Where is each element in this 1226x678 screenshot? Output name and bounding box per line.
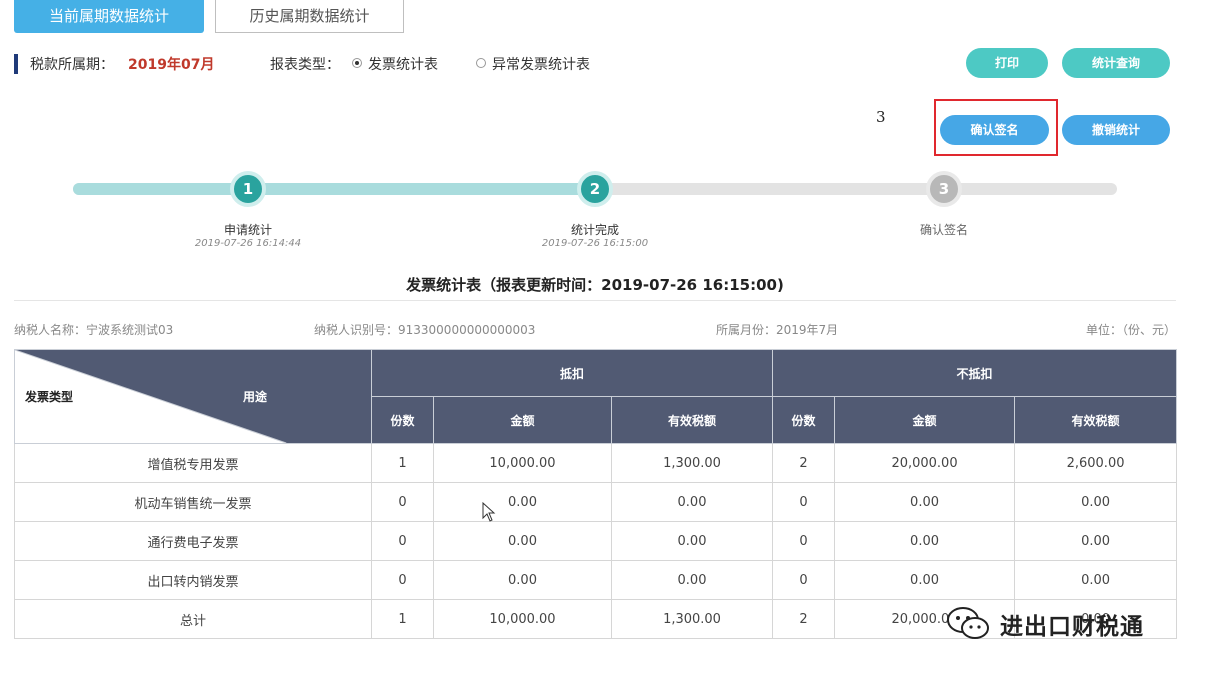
section-marker (14, 54, 18, 74)
divider (14, 300, 1176, 301)
row-invoice-type: 增值税专用发票 (14, 443, 372, 483)
col-tax-nondeduct: 有效税额 (1014, 396, 1178, 444)
col-count-deduct: 份数 (371, 396, 434, 444)
table-row: 机动车销售统一发票 0 0.00 0.00 0 0.00 0.00 (14, 482, 1178, 522)
row-invoice-type: 出口转内销发票 (14, 560, 372, 600)
col-amount-deduct: 金额 (433, 396, 612, 444)
stat-query-button[interactable]: 统计查询 (1062, 48, 1170, 78)
col-tax-deduct: 有效税额 (610, 396, 774, 444)
cell: 0 (371, 521, 434, 561)
cell: 0.00 (433, 521, 612, 561)
cell: 0.00 (610, 521, 774, 561)
tab-current-period[interactable]: 当前属期数据统计 (14, 0, 204, 33)
cell: 0.00 (834, 521, 1016, 561)
cell: 0.00 (433, 560, 612, 600)
tax-period-value: 2019年07月 (128, 57, 215, 73)
step-3-name: 确认签名 (919, 223, 968, 237)
cell: 1,300.00 (610, 443, 774, 483)
step-2-time: 2019-07-26 16:15:00 (541, 238, 649, 249)
print-button[interactable]: 打印 (966, 48, 1048, 78)
unit-label: 单位：（份、元） (1085, 323, 1176, 337)
cell: 1,300.00 (610, 599, 774, 639)
cell: 0.00 (1014, 560, 1178, 600)
table-row: 出口转内销发票 0 0.00 0.00 0 0.00 0.00 (14, 560, 1178, 600)
cell: 0.00 (834, 482, 1016, 522)
invoice-stats-table: 发票类型 用途 抵扣 不抵扣 份数 金额 有效税额 份数 金额 有效税额 增值税… (14, 349, 1178, 639)
cell: 2 (772, 443, 836, 483)
tab-history-period[interactable]: 历史属期数据统计 (215, 0, 404, 33)
annotation-number: 3 (876, 108, 886, 126)
tax-period-label: 税款所属期： (30, 57, 114, 73)
cell: 0 (371, 482, 434, 522)
mouse-cursor-icon (482, 502, 496, 522)
cancel-stat-button[interactable]: 撤销统计 (1062, 115, 1170, 145)
step-1-circle: 1 (230, 171, 266, 207)
cell: 0.00 (610, 482, 774, 522)
table-row: 通行费电子发票 0 0.00 0.00 0 0.00 0.00 (14, 521, 1178, 561)
cell: 20,000.00 (834, 443, 1016, 483)
cell: 2,600.00 (1014, 443, 1178, 483)
step-1-time: 2019-07-26 16:14:44 (194, 238, 302, 249)
cell: 0 (772, 482, 836, 522)
cell: 0.00 (834, 560, 1016, 600)
cell: 0 (772, 521, 836, 561)
radio-invoice-stats-label[interactable]: 发票统计表 (368, 54, 438, 74)
radio-abnormal-invoice-stats-label[interactable]: 异常发票统计表 (492, 54, 590, 74)
group-nondeduct-header: 不抵扣 (772, 349, 1178, 397)
group-deduct-header: 抵扣 (370, 349, 774, 397)
cell: 0.00 (1014, 482, 1178, 522)
watermark: 进出口财税通 (946, 606, 1144, 642)
cell: 1 (371, 599, 434, 639)
table-row: 增值税专用发票 1 10,000.00 1,300.00 2 20,000.00… (14, 443, 1178, 483)
progress-track-done (73, 183, 596, 195)
step-2-name: 统计完成 (570, 223, 619, 237)
col-count-nondeduct: 份数 (772, 396, 836, 444)
cell: 10,000.00 (433, 443, 612, 483)
cell: 0.00 (433, 482, 612, 522)
taxpayer-id: 纳税人识别号：913300000000000003 (314, 323, 536, 337)
confirm-sign-button[interactable]: 确认签名 (940, 115, 1049, 145)
table-corner-header: 发票类型 用途 (14, 349, 372, 444)
cell: 0.00 (610, 560, 774, 600)
report-type-label: 报表类型： (270, 57, 340, 73)
row-invoice-type: 总计 (14, 599, 372, 639)
cell: 0.00 (1014, 521, 1178, 561)
report-title: 发票统计表（报表更新时间：2019-07-26 16:15:00) (406, 276, 784, 294)
col-amount-nondeduct: 金额 (834, 396, 1016, 444)
cell: 1 (371, 443, 434, 483)
row-invoice-type: 通行费电子发票 (14, 521, 372, 561)
step-1-name: 申请统计 (223, 223, 272, 237)
row-invoice-type: 机动车销售统一发票 (14, 482, 372, 522)
wechat-icon (947, 607, 989, 639)
corner-usage: 用途 (242, 390, 267, 404)
cell: 0 (371, 560, 434, 600)
cell: 2 (772, 599, 836, 639)
tax-month: 所属月份：2019年7月 (716, 323, 839, 337)
step-3-circle: 3 (926, 171, 962, 207)
radio-invoice-stats[interactable] (352, 58, 362, 68)
cell: 10,000.00 (433, 599, 612, 639)
watermark-text: 进出口财税通 (1000, 614, 1144, 640)
cell: 0 (772, 560, 836, 600)
radio-abnormal-invoice-stats[interactable] (476, 58, 486, 68)
taxpayer-name: 纳税人名称：宁波系统测试03 (14, 323, 174, 337)
step-2-circle: 2 (577, 171, 613, 207)
corner-invoice-type: 发票类型 (25, 390, 74, 404)
